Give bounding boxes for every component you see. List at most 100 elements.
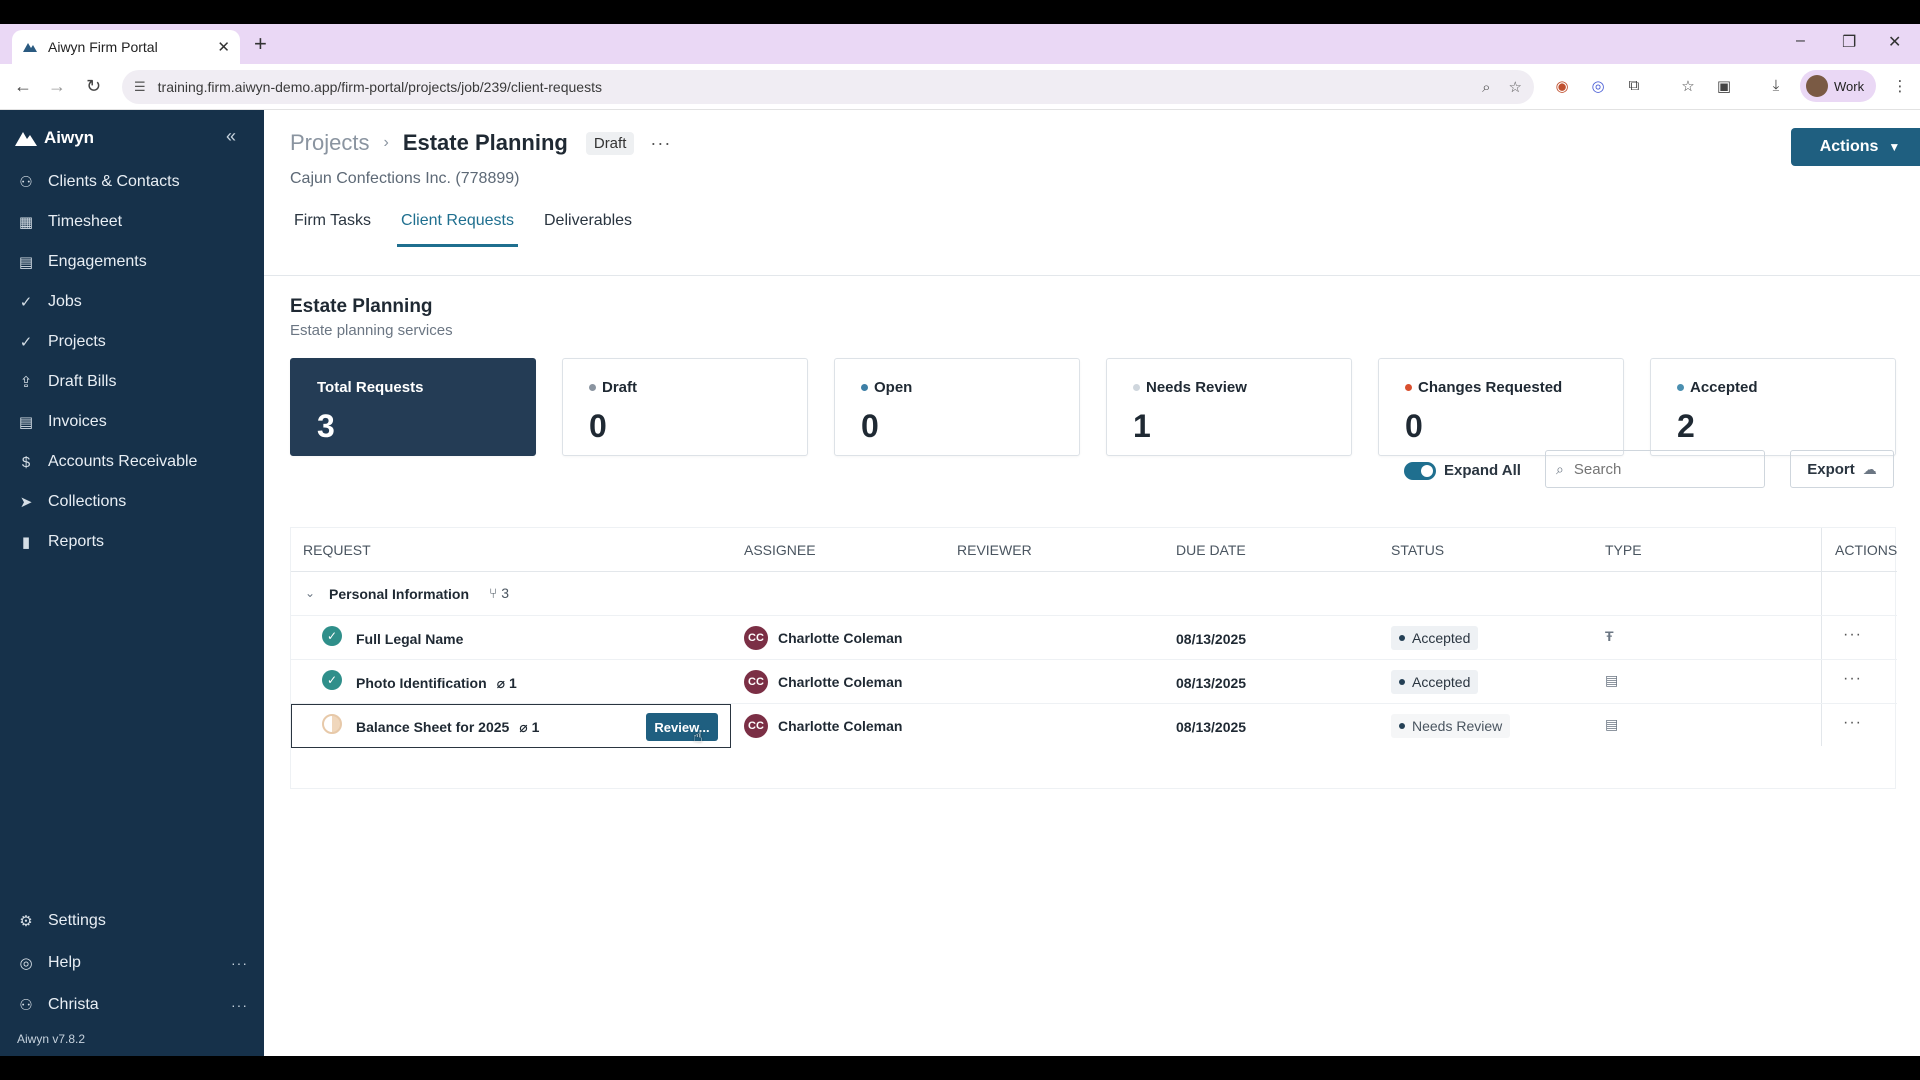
sidebar-item-jobs[interactable]: ✓ Jobs	[0, 282, 264, 322]
table-row[interactable]: ✓ Photo Identification ⌀ 1 CC Charlotte Co…	[291, 660, 1897, 704]
card-value: 1	[1133, 408, 1151, 444]
due-date: 08/13/2025	[1176, 675, 1247, 691]
window-close-icon[interactable]: ✕	[1888, 32, 1901, 52]
check-circle-icon: ✓	[322, 626, 342, 646]
export-button[interactable]: Export ☁	[1790, 450, 1894, 488]
site-settings-icon[interactable]: ☰	[134, 79, 146, 95]
search-input[interactable]	[1573, 460, 1744, 478]
sidebar-item-user[interactable]: ⚇ Christa ···	[0, 984, 264, 1026]
tab-client-requests[interactable]: Client Requests	[397, 202, 518, 247]
new-tab-icon[interactable]: +	[254, 32, 267, 56]
sidebar-item-label: Jobs	[48, 293, 82, 310]
sidebar-nav: ⚇ Clients & Contacts ▦ Timesheet ▤ Engag…	[0, 162, 264, 562]
extension-icon[interactable]: ◉	[1552, 77, 1572, 97]
assignee: CC Charlotte Coleman	[744, 670, 902, 694]
sidebar-item-reports[interactable]: ▮ Reports	[0, 522, 264, 562]
caret-down-icon: ▼	[1888, 140, 1901, 154]
address-bar[interactable]: ☰ training.firm.aiwyn-demo.app/firm-port…	[122, 70, 1534, 104]
assignee-name: Charlotte Coleman	[778, 674, 903, 690]
avatar: CC	[744, 714, 768, 738]
zoom-icon[interactable]: ⌕	[1482, 79, 1490, 96]
card-needs-review[interactable]: Needs Review 1	[1106, 358, 1352, 456]
bookmark-star-icon[interactable]: ☆	[1509, 78, 1522, 96]
back-icon[interactable]: ←	[14, 76, 32, 97]
card-open[interactable]: Open 0	[834, 358, 1080, 456]
chevron-down-icon[interactable]: ⌄	[305, 586, 315, 600]
divider	[264, 275, 1920, 276]
more-options-icon[interactable]: ···	[1843, 714, 1862, 732]
minimize-icon[interactable]: –	[1796, 32, 1805, 50]
card-label: Changes Requested	[1418, 379, 1563, 396]
expand-all-label: Expand All	[1444, 462, 1521, 479]
send-icon: ➤	[19, 494, 33, 511]
file-icon: ▤	[1605, 716, 1619, 732]
group-row[interactable]: ⌄ Personal Information ⑂ 3	[291, 572, 1897, 616]
check-circle-icon: ✓	[19, 294, 33, 311]
sidebar-item-label: Help	[48, 954, 81, 971]
document-icon: ▤	[18, 414, 34, 431]
browser-tab-title: Aiwyn Firm Portal	[48, 39, 158, 55]
forward-icon[interactable]: →	[48, 76, 66, 97]
sidebar-item-clients-contacts[interactable]: ⚇ Clients & Contacts	[0, 162, 264, 202]
breadcrumb-projects-link[interactable]: Projects	[290, 130, 369, 156]
branch-icon: ⑂	[489, 585, 498, 601]
assignee-name: Charlotte Coleman	[778, 630, 903, 646]
browser-menu-icon[interactable]: ⋮	[1890, 77, 1910, 97]
restore-icon[interactable]: ❐	[1842, 32, 1856, 52]
sidebar-item-engagements[interactable]: ▤ Engagements	[0, 242, 264, 282]
request-name[interactable]: Photo Identification ⌀ 1	[356, 675, 517, 692]
profile-button[interactable]: Work	[1800, 70, 1876, 102]
tab-deliverables[interactable]: Deliverables	[540, 202, 636, 247]
actions-button[interactable]: Actions ▼	[1791, 128, 1920, 166]
app: Aiwyn « ⚇ Clients & Contacts ▦ Timesheet…	[0, 110, 1920, 1056]
status-dot	[1405, 384, 1412, 391]
more-options-icon[interactable]: ···	[1843, 670, 1862, 688]
sidebar-item-settings[interactable]: ⚙ Settings	[0, 900, 264, 942]
export-label: Export	[1807, 460, 1855, 478]
card-accepted[interactable]: Accepted 2	[1650, 358, 1896, 456]
card-label: Needs Review	[1146, 379, 1247, 396]
more-icon[interactable]: ···	[231, 997, 248, 1013]
more-options-icon[interactable]: ···	[650, 133, 671, 154]
request-name[interactable]: Full Legal Name	[356, 631, 463, 647]
document-icon: ▤	[18, 254, 34, 271]
sidebar-item-accounts-receivable[interactable]: $ Accounts Receivable	[0, 442, 264, 482]
sidebar-item-timesheet[interactable]: ▦ Timesheet	[0, 202, 264, 242]
table-row[interactable]: ✓ Full Legal Name CC Charlotte Coleman 08…	[291, 616, 1897, 660]
tab-firm-tasks[interactable]: Firm Tasks	[290, 202, 375, 247]
card-total-requests[interactable]: Total Requests 3	[290, 358, 536, 456]
reload-icon[interactable]: ↻	[86, 76, 101, 97]
sidebar-item-projects[interactable]: ✓ Projects	[0, 322, 264, 362]
browser-tab[interactable]: Aiwyn Firm Portal ✕	[12, 30, 240, 64]
extensions-puzzle-icon[interactable]: ⧉	[1624, 77, 1644, 97]
favorites-icon[interactable]: ☆	[1678, 77, 1698, 97]
sidebar-item-help[interactable]: ◎ Help ···	[0, 942, 264, 984]
sidebar-item-draft-bills[interactable]: ⇪ Draft Bills	[0, 362, 264, 402]
browser-window: Aiwyn Firm Portal ✕ + – ❐ ✕ ← → ↻ ☰ trai…	[0, 24, 1920, 1056]
more-icon[interactable]: ···	[231, 955, 248, 971]
due-date: 08/13/2025	[1176, 719, 1247, 735]
review-button[interactable]: Review...	[646, 713, 718, 741]
breadcrumb: Projects › Estate Planning Draft ···	[290, 130, 671, 156]
sidebar-item-invoices[interactable]: ▤ Invoices	[0, 402, 264, 442]
collapse-sidebar-icon[interactable]: «	[226, 126, 236, 147]
assignee-name: Charlotte Coleman	[778, 718, 903, 734]
group-count-value: 3	[501, 585, 510, 601]
sidebar-item-label: Reports	[48, 533, 105, 550]
search-field[interactable]: ⌕	[1545, 450, 1765, 488]
extension-icon[interactable]: ◎	[1588, 77, 1608, 97]
cloud-upload-icon: ☁	[1862, 460, 1877, 477]
download-icon[interactable]: ⤓	[1766, 77, 1786, 97]
close-tab-icon[interactable]: ✕	[217, 38, 230, 56]
card-changes-requested[interactable]: Changes Requested 0	[1378, 358, 1624, 456]
expand-all-toggle[interactable]	[1404, 462, 1436, 480]
column-header-assignee: Assignee	[744, 542, 816, 558]
card-draft[interactable]: Draft 0	[562, 358, 808, 456]
sidebar-item-collections[interactable]: ➤ Collections	[0, 482, 264, 522]
more-options-icon[interactable]: ···	[1843, 626, 1862, 644]
reading-list-icon[interactable]: ▣	[1714, 77, 1734, 97]
brand[interactable]: Aiwyn	[14, 128, 94, 148]
sidebar-item-label: Collections	[48, 493, 127, 510]
calendar-icon: ▦	[18, 214, 34, 231]
status-text: Accepted	[1412, 674, 1471, 690]
